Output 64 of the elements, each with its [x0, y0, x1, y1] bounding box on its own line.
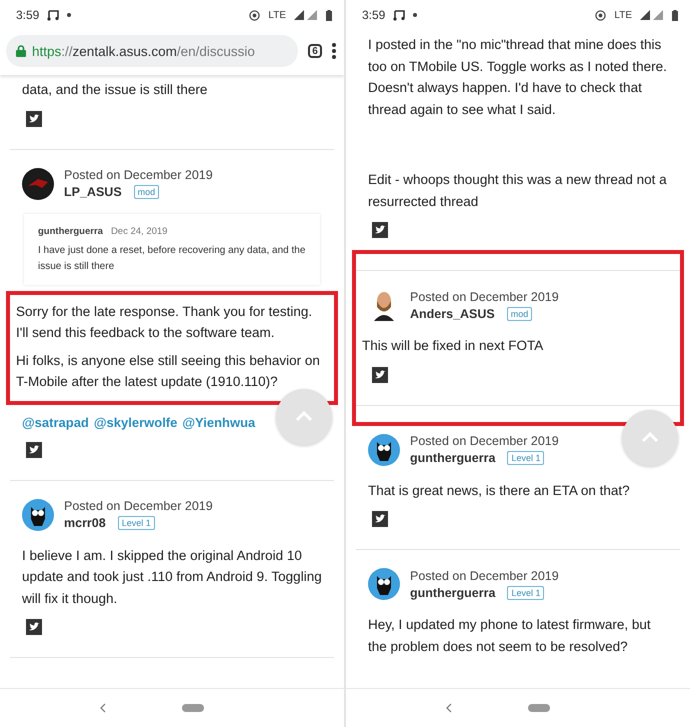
chevron-up-icon — [641, 432, 659, 443]
mention-link[interactable]: @Yienhwua — [182, 414, 256, 430]
battery-icon — [326, 10, 332, 20]
twitter-share-icon[interactable] — [372, 222, 388, 238]
username[interactable]: Anders_ASUS — [410, 306, 495, 320]
owl-avatar — [22, 498, 54, 530]
post-date: Posted on December 2019 — [64, 499, 213, 513]
dot-icon — [413, 13, 418, 17]
logo-avatar — [22, 168, 54, 200]
post-date: Posted on December 2019 — [410, 434, 559, 448]
mention-link[interactable]: @skylerwolfe — [94, 414, 178, 430]
owl-avatar — [368, 434, 400, 466]
post-text: That is great news, is there an ETA on that? — [367, 482, 631, 500]
twitter-share-icon[interactable] — [26, 619, 42, 635]
lock-icon — [16, 45, 26, 57]
username[interactable]: guntherguerra — [410, 451, 496, 465]
post-text: I believe I am. I skipped the original Android 10 update and took just .110 from Android 9. Toggling will fix it though. — [21, 546, 323, 608]
network-type: LTE — [268, 10, 286, 20]
back-icon[interactable] — [100, 703, 106, 713]
clock: 3:59 — [16, 8, 40, 22]
music-note-icon — [47, 9, 60, 21]
battery-icon — [672, 10, 678, 20]
music-note-icon — [393, 9, 406, 21]
quote-date: Dec 24, 2019 — [110, 226, 168, 236]
menu-icon[interactable] — [332, 43, 336, 59]
twitter-share-icon[interactable] — [26, 110, 42, 126]
tab-count-button[interactable]: 6 — [308, 44, 322, 58]
post-text: data, and the issue is still there — [21, 81, 208, 99]
post-text: This will be fixed in next FOTA — [361, 337, 544, 355]
user-badge: mod — [506, 306, 532, 320]
chevron-up-icon — [295, 411, 313, 422]
user-badge: Level 1 — [507, 586, 544, 600]
user-badge: Level 1 — [118, 516, 155, 530]
dot-icon — [67, 13, 72, 17]
user-badge: Level 1 — [507, 451, 544, 465]
twitter-share-icon[interactable] — [372, 511, 388, 527]
home-button[interactable] — [182, 704, 204, 712]
quote-text: I have just done a reset, before recovering any data, and the issue is still there — [38, 244, 306, 274]
signal-icon — [294, 10, 318, 20]
username[interactable]: guntherguerra — [410, 586, 496, 600]
username[interactable]: mcrr08 — [64, 516, 106, 530]
address-bar[interactable]: https://zentalk.asus.com/en/discussio — [6, 35, 298, 67]
network-type: LTE — [614, 10, 632, 20]
post-date: Posted on December 2019 — [64, 168, 213, 182]
post-date: Posted on December 2019 — [410, 290, 559, 304]
signal-icon — [640, 10, 664, 20]
post-text: Sorry for the late response. Thank you for testing. I'll send this feedback to the software team. — [15, 302, 314, 342]
clock: 3:59 — [362, 8, 386, 22]
quote-author: guntherguerra — [38, 226, 103, 236]
back-icon[interactable] — [446, 703, 452, 713]
post-text: Hey, I updated my phone to latest firmware, but the problem does not seem to be resolved? — [367, 616, 652, 656]
hotspot-icon — [595, 10, 606, 20]
twitter-share-icon[interactable] — [26, 442, 42, 458]
post-text: I posted in the "no mic"thread that mine does this too on TMobile US. Toggle works as I noted there. Doesn't always happen. I'd have to check that thread again to see what I said. — [367, 36, 668, 119]
post-date: Posted on December 2019 — [410, 568, 559, 582]
home-button[interactable] — [528, 704, 550, 712]
hotspot-icon — [249, 10, 260, 20]
mention-link[interactable]: @satrapad — [22, 414, 89, 430]
post-text: Edit - whoops thought this was a new thread not a resurrected thread — [367, 171, 668, 210]
twitter-share-icon[interactable] — [372, 366, 388, 382]
username[interactable]: LP_ASUS — [64, 185, 122, 199]
post-text: Hi folks, is anyone else still seeing this behavior on T-Mobile after the latest update (1910.110)? — [15, 352, 321, 391]
user-badge: mod — [134, 185, 160, 199]
owl-avatar — [368, 568, 400, 600]
